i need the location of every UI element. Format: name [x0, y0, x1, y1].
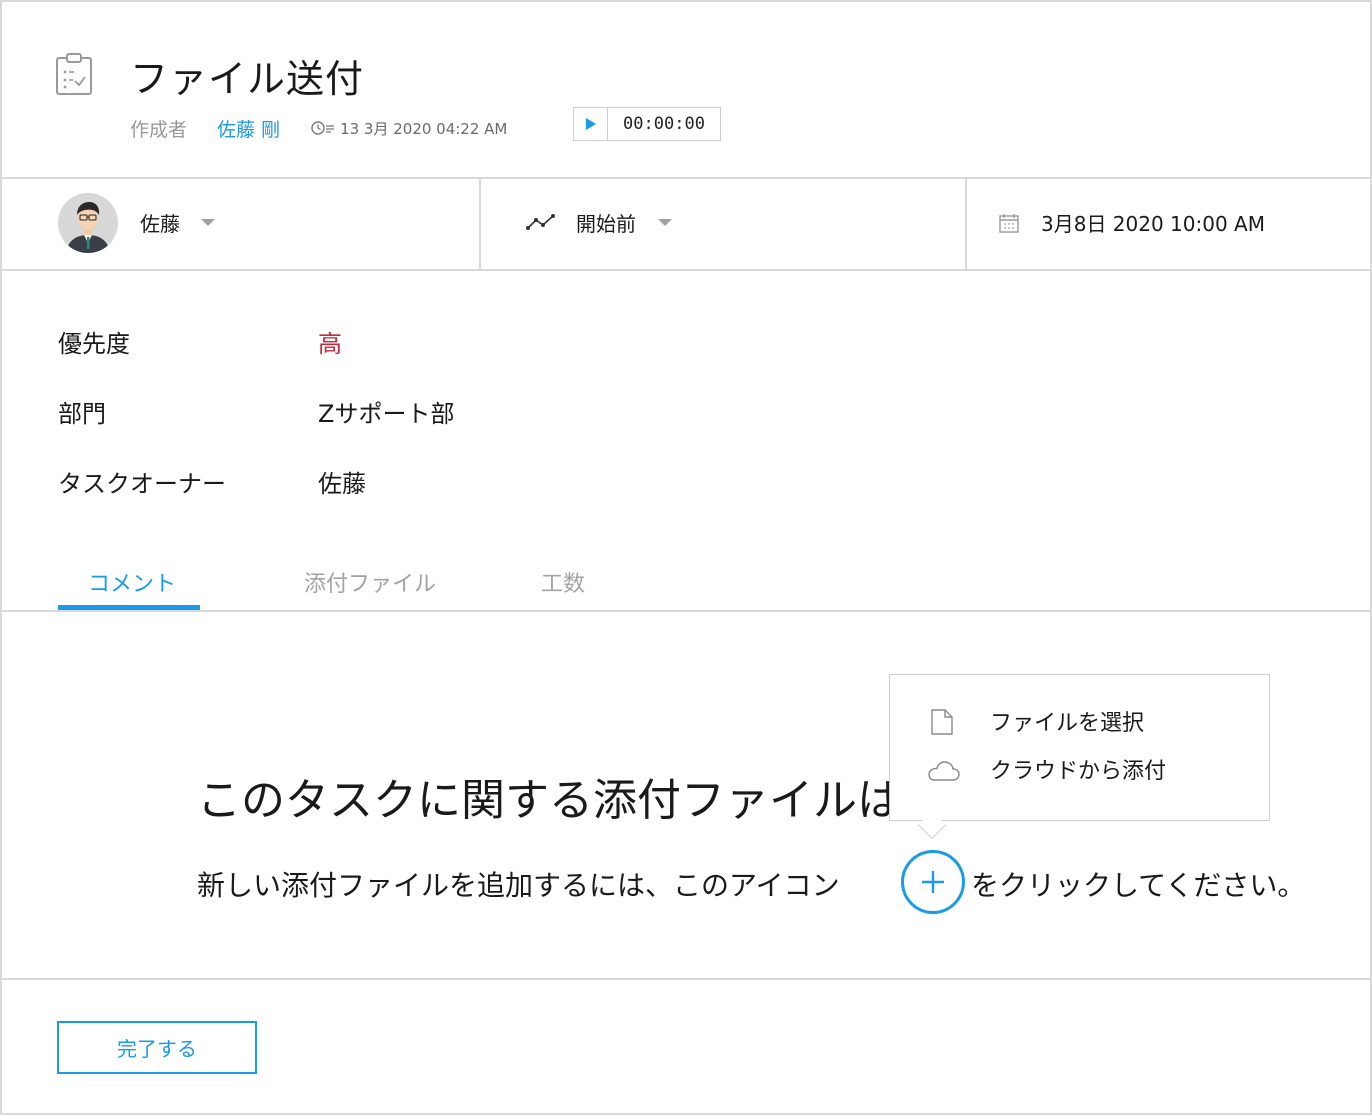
divider [479, 178, 481, 270]
divider [0, 177, 1372, 179]
menu-item-label: ファイルを選択 [990, 711, 1145, 736]
divider [0, 978, 1372, 980]
complete-button[interactable]: 完了する [57, 1021, 257, 1074]
task-clipboard-icon [56, 53, 92, 95]
divider [0, 269, 1372, 271]
owner-chevron-down-icon[interactable] [201, 219, 215, 226]
calendar-icon [999, 214, 1019, 233]
due-date[interactable]: 3月8日 2020 10:00 AM [1041, 208, 1265, 237]
plus-icon [922, 871, 944, 893]
tab-comments[interactable]: コメント [88, 566, 176, 598]
divider [0, 610, 1372, 612]
menu-item-attach-from-cloud[interactable]: クラウドから添付 [920, 749, 1250, 789]
empty-state-hint-end: をクリックしてください。 [971, 869, 1306, 902]
department-value[interactable]: Zサポート部 [318, 394, 454, 429]
person-avatar-icon [58, 193, 118, 253]
cloud-icon [928, 761, 960, 781]
task-meta: 作成者 佐藤 剛 13 3月 2020 04:22 AM [130, 114, 507, 142]
divider [965, 178, 967, 270]
status-chevron-down-icon[interactable] [658, 219, 672, 226]
attach-menu [889, 674, 1270, 821]
priority-value[interactable]: 高 [318, 324, 342, 359]
department-label: 部門 [58, 400, 106, 428]
menu-item-choose-file[interactable]: ファイルを選択 [920, 701, 1250, 741]
clock-icon [311, 121, 335, 135]
task-detail-panel [0, 0, 1372, 1115]
avatar[interactable] [58, 193, 118, 253]
status-select[interactable]: 開始前 [576, 208, 636, 237]
task-title: ファイル送付 [130, 57, 365, 101]
play-icon [585, 118, 596, 130]
add-attachment-button[interactable] [901, 850, 965, 914]
created-date: 13 3月 2020 04:22 AM [340, 119, 508, 138]
timer: 00:00:00 [573, 107, 721, 141]
tab-attachments[interactable]: 添付ファイル [304, 566, 436, 598]
file-icon [931, 709, 953, 735]
timer-play-button[interactable] [574, 108, 608, 140]
menu-item-label: クラウドから添付 [990, 759, 1167, 784]
tab-work-hours[interactable]: 工数 [541, 566, 585, 598]
empty-state-hint: 新しい添付ファイルを追加するには、このアイコン [197, 869, 840, 902]
author-link[interactable]: 佐藤 剛 [217, 115, 280, 142]
task-owner-value[interactable]: 佐藤 [318, 464, 366, 499]
author-label: 作成者 [130, 118, 188, 141]
timer-value: 00:00:00 [623, 114, 705, 134]
status-trend-icon [526, 214, 555, 230]
owner-select[interactable]: 佐藤 [140, 208, 180, 237]
task-owner-label: タスクオーナー [58, 470, 226, 498]
priority-label: 優先度 [58, 330, 130, 358]
